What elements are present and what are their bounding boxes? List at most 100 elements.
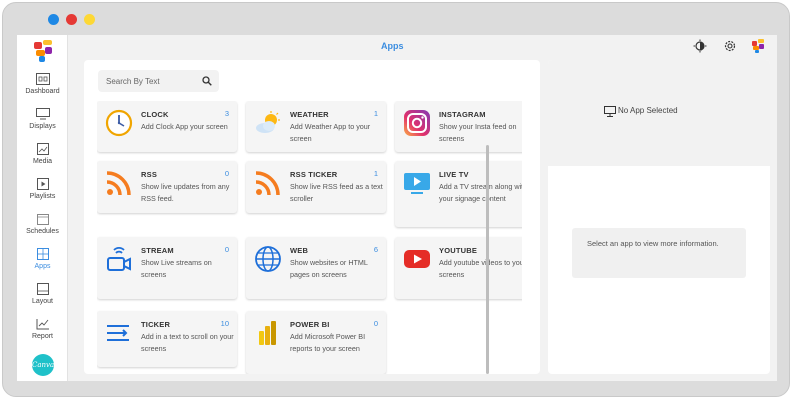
app-card-ticker[interactable]: TICKER 10 Add in a text to scroll on you… <box>97 311 237 367</box>
window-frame: Dashboard Displays Media Playlists Sched… <box>2 2 790 397</box>
apps-grid-icon <box>36 248 49 260</box>
window-dot-red[interactable] <box>66 14 77 25</box>
app-card-web[interactable]: WEB 6 Show websites or HTML pages on scr… <box>246 237 386 299</box>
app-detail-panel: No App Selected Select an app to view mo… <box>548 60 770 374</box>
app-count: 10 <box>220 319 229 328</box>
chart-icon <box>36 319 49 330</box>
image-icon <box>36 143 49 155</box>
app-name: RSS TICKER <box>290 170 338 179</box>
app-name: INSTAGRAM <box>439 110 486 119</box>
sidebar-item-report[interactable]: Report <box>17 318 68 352</box>
app-description: Show your Insta feed on screens <box>439 122 517 143</box>
search-icon[interactable] <box>202 76 212 86</box>
tv-icon <box>404 173 430 194</box>
app-card-rss-ticker[interactable]: RSS TICKER 1 Show live RSS feed as a tex… <box>246 161 386 213</box>
app-count: 0 <box>373 319 378 328</box>
app-description: Add Clock App your screen <box>141 122 228 131</box>
app-card-clock[interactable]: CLOCK 3 Add Clock App your screen <box>97 101 237 152</box>
app-container: Dashboard Displays Media Playlists Sched… <box>17 35 777 381</box>
app-description: Show live RSS feed as a text scroller <box>290 182 383 203</box>
app-description: Show websites or HTML pages on screens <box>290 258 368 279</box>
sidebar-item-label: Dashboard <box>25 88 60 95</box>
top-bar: Apps <box>69 35 777 59</box>
sidebar-item-displays[interactable]: Displays <box>17 108 68 142</box>
app-description: Add youtube videos to your screens <box>439 258 522 279</box>
monitor-icon <box>604 106 616 117</box>
monitor-icon <box>35 108 50 120</box>
app-card-rss[interactable]: RSS 0 Show live updates from any RSS fee… <box>97 161 237 213</box>
detail-header: No App Selected <box>548 60 770 166</box>
sidebar-item-media[interactable]: Media <box>17 143 68 177</box>
app-name: YOUTUBE <box>439 246 478 255</box>
rss-icon <box>106 171 131 196</box>
search-box <box>98 70 219 92</box>
clock-icon <box>105 109 133 137</box>
app-name: CLOCK <box>141 110 169 119</box>
instagram-icon <box>404 110 430 136</box>
app-description: Show live updates from any RSS feed. <box>141 182 230 203</box>
window-dot-yellow[interactable] <box>84 14 95 25</box>
sidebar-item-layout[interactable]: Layout <box>17 283 68 317</box>
app-name: WEB <box>290 246 309 255</box>
rss-icon <box>255 171 280 196</box>
app-card-weather[interactable]: WEATHER 1 Add Weather App to your screen <box>246 101 386 152</box>
app-card-power-bi[interactable]: POWER BI 0 Add Microsoft Power BI report… <box>246 311 386 374</box>
no-app-selected-text: No App Selected <box>618 106 678 115</box>
app-card-instagram[interactable]: INSTAGRAM 0 Show your Insta feed on scre… <box>395 101 522 152</box>
ticker-icon <box>107 325 129 341</box>
settings-gear-icon[interactable] <box>723 39 737 53</box>
powerbi-icon <box>259 321 276 345</box>
sidebar-item-dashboard[interactable]: Dashboard <box>17 73 68 107</box>
app-count: 1 <box>373 169 378 178</box>
app-card-live-tv[interactable]: LIVE TV 2 Add a TV stream along with you… <box>395 161 522 227</box>
sidebar-item-schedules[interactable]: Schedules <box>17 213 68 247</box>
app-count: 0 <box>224 245 229 254</box>
info-message: Select an app to view more information. <box>572 228 746 278</box>
app-description: Show Live streams on screens <box>141 258 212 279</box>
apps-panel: CLOCK 3 Add Clock App your screen WEATHE… <box>84 60 540 374</box>
youtube-icon <box>404 250 430 268</box>
app-card-youtube[interactable]: YOUTUBE 7 Add youtube videos to your scr… <box>395 237 522 299</box>
sidebar-item-label: Report <box>31 333 53 340</box>
app-description: Add Microsoft Power BI reports to your s… <box>290 332 366 353</box>
weather-icon <box>256 111 280 133</box>
app-count: 3 <box>224 109 229 118</box>
scrollbar[interactable] <box>486 145 489 374</box>
sidebar: Dashboard Displays Media Playlists Sched… <box>17 35 68 381</box>
app-count: 6 <box>373 245 378 254</box>
calendar-icon <box>36 214 49 225</box>
app-card-stream[interactable]: STREAM 0 Show Live streams on screens <box>97 237 237 299</box>
dashboard-icon <box>35 73 50 85</box>
sidebar-item-playlists[interactable]: Playlists <box>17 178 68 212</box>
app-count: 0 <box>224 169 229 178</box>
app-name: STREAM <box>141 246 174 255</box>
playlist-icon <box>36 178 49 190</box>
brand-logo-icon[interactable] <box>34 40 52 62</box>
app-name: WEATHER <box>290 110 329 119</box>
search-input[interactable] <box>106 74 196 88</box>
app-description: Add in a text to scroll on your screens <box>141 332 234 353</box>
canva-button[interactable]: Canva <box>32 354 54 376</box>
globe-icon <box>255 246 281 272</box>
app-name: RSS <box>141 170 158 179</box>
sidebar-item-label: Apps <box>34 263 51 270</box>
window-dot-blue[interactable] <box>48 14 59 25</box>
sidebar-item-label: Schedules <box>26 228 59 235</box>
sidebar-item-apps[interactable]: Apps <box>17 248 68 282</box>
sidebar-item-label: Displays <box>29 123 56 130</box>
sidebar-item-label: Layout <box>31 298 54 305</box>
theme-toggle-icon[interactable] <box>693 39 707 53</box>
stream-icon <box>107 247 131 271</box>
sidebar-item-label: Playlists <box>29 193 56 200</box>
layout-icon <box>36 283 49 295</box>
app-description: Add Weather App to your screen <box>290 122 371 143</box>
app-name: LIVE TV <box>439 170 469 179</box>
app-count: 1 <box>373 109 378 118</box>
page-title: Apps <box>381 41 404 51</box>
apps-grid: CLOCK 3 Add Clock App your screen WEATHE… <box>97 101 522 374</box>
app-name: POWER BI <box>290 320 330 329</box>
app-description: Add a TV stream along with your signage … <box>439 182 522 203</box>
sidebar-item-label: Media <box>32 158 53 165</box>
brand-mini-logo-icon[interactable] <box>752 39 764 53</box>
app-name: TICKER <box>141 320 171 329</box>
